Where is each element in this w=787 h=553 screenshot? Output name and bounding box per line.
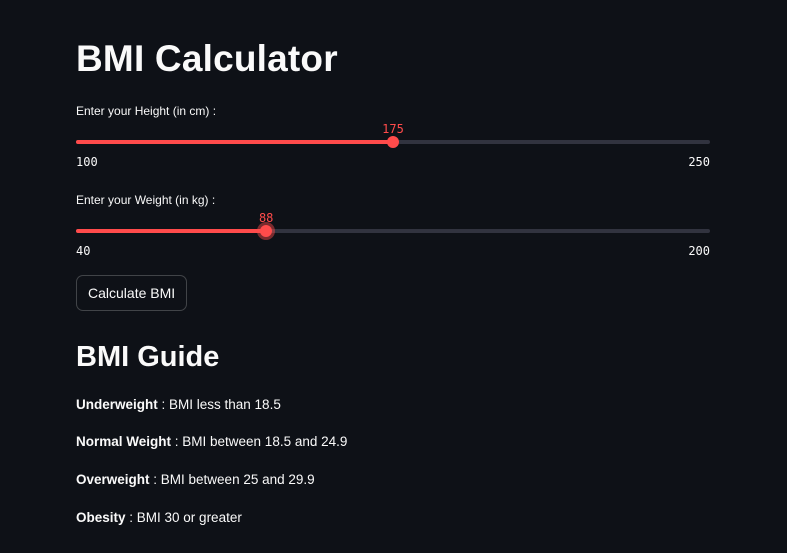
guide-item-description: : BMI between 18.5 and 24.9 — [171, 434, 348, 449]
height-slider: Enter your Height (in cm) : 175 100 250 — [76, 104, 710, 174]
weight-slider-min: 40 — [76, 244, 91, 258]
weight-slider-track[interactable] — [76, 225, 710, 237]
height-slider-label: Enter your Height (in cm) : — [76, 104, 217, 118]
height-slider-track[interactable] — [76, 136, 710, 148]
weight-slider-fill — [76, 229, 267, 233]
guide-item-description: : BMI between 25 and 29.9 — [149, 472, 315, 487]
guide-item-description: : BMI less than 18.5 — [157, 397, 281, 412]
guide-item-description: : BMI 30 or greater — [125, 510, 242, 525]
guide-item-normal-weight: Normal Weight : BMI between 18.5 and 24.… — [76, 434, 347, 449]
height-slider-thumb[interactable] — [387, 136, 399, 148]
weight-slider-label: Enter your Weight (in kg) : — [76, 193, 216, 207]
height-slider-fill — [76, 140, 393, 144]
guide-item-underweight: Underweight : BMI less than 18.5 — [76, 397, 281, 412]
guide-item-category: Overweight — [76, 472, 150, 487]
height-slider-min: 100 — [76, 155, 98, 169]
weight-slider-value: 88 — [258, 211, 274, 225]
weight-slider: Enter your Weight (in kg) : 88 40 200 — [76, 193, 710, 263]
weight-slider-thumb[interactable] — [260, 225, 273, 237]
guide-item-category: Underweight — [76, 397, 158, 412]
guide-item-obesity: Obesity : BMI 30 or greater — [76, 510, 242, 525]
calculate-bmi-button[interactable]: Calculate BMI — [76, 275, 188, 311]
guide-item-category: Normal Weight — [76, 434, 172, 449]
guide-item-overweight: Overweight : BMI between 25 and 29.9 — [76, 472, 315, 487]
height-slider-value: 175 — [382, 122, 404, 136]
bmi-guide-title: BMI Guide — [76, 341, 220, 373]
guide-item-category: Obesity — [76, 510, 126, 525]
weight-slider-max: 200 — [688, 244, 710, 258]
page-title: BMI Calculator — [76, 38, 338, 79]
height-slider-max: 250 — [688, 155, 710, 169]
